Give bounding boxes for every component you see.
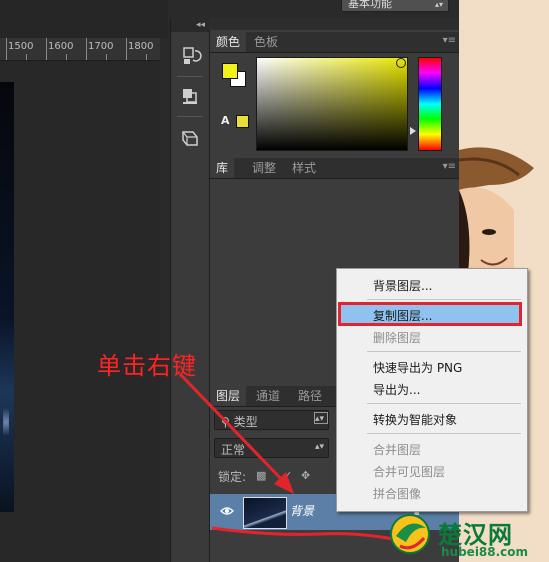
chevron-updown-icon: ▴▾ xyxy=(434,0,443,9)
watermark-url: hubei88.com xyxy=(441,545,529,559)
tab-adjustments[interactable]: 调整 xyxy=(246,158,282,178)
menu-separator xyxy=(367,299,521,300)
collapse-icon[interactable]: ◂◂ xyxy=(171,18,209,32)
color-panel-tabs: 颜色 色板 ▾≡ xyxy=(210,32,460,53)
workspace-select[interactable]: 基本功能 ▴▾ xyxy=(341,0,449,12)
ruler-tick xyxy=(106,54,107,60)
ruler-tick xyxy=(66,54,67,60)
menu-item-quick-export-png[interactable]: 快速导出为 PNG xyxy=(373,359,462,376)
watermark-logo xyxy=(390,514,430,554)
color-picker-field[interactable] xyxy=(256,57,408,151)
gamut-warning-icon: A xyxy=(221,114,230,127)
horizontal-ruler: 1500 1600 1700 1800 xyxy=(0,38,160,61)
menu-item-export-as[interactable]: 导出为... xyxy=(373,381,420,398)
tab-color[interactable]: 颜色 xyxy=(210,32,247,52)
tab-libraries[interactable]: 库 xyxy=(210,158,235,178)
layer-name[interactable]: 背景 xyxy=(290,502,314,519)
libraries-icon[interactable] xyxy=(176,124,204,152)
menu-item-merge-visible[interactable]: 合并可见图层 xyxy=(373,463,445,480)
ruler-label: 1800 xyxy=(128,41,154,52)
ruler-tick xyxy=(26,54,27,60)
menu-item-background-layer[interactable]: 背景图层... xyxy=(373,277,432,294)
hue-slider[interactable] xyxy=(418,57,442,151)
strip-divider xyxy=(177,116,203,117)
menu-separator xyxy=(367,351,521,352)
tab-swatches[interactable]: 色板 xyxy=(248,32,284,52)
properties-icon[interactable] xyxy=(176,82,204,110)
ruler-tick xyxy=(126,38,127,60)
workspace-select-value: 基本功能 xyxy=(348,0,392,10)
menu-separator xyxy=(367,433,521,434)
panel-menu-icon[interactable]: ▾≡ xyxy=(443,161,456,172)
ruler-label: 1700 xyxy=(88,41,114,52)
menu-item-merge-layers[interactable]: 合并图层 xyxy=(373,441,421,458)
color-picker-marker[interactable] xyxy=(396,58,406,68)
annotation-highlight-box xyxy=(338,302,522,326)
history-icon[interactable] xyxy=(176,42,204,70)
tab-styles[interactable]: 样式 xyxy=(286,158,322,178)
document-canvas[interactable] xyxy=(0,61,160,562)
library-panel-tabs: 库 调整 样式 ▾≡ xyxy=(210,158,460,179)
strip-divider xyxy=(177,76,203,77)
document-area-top xyxy=(0,0,168,38)
ruler-tick xyxy=(146,54,147,60)
ruler-label: 1500 xyxy=(8,41,34,52)
hue-slider-pointer[interactable] xyxy=(410,127,416,135)
panel-menu-icon[interactable]: ▾≡ xyxy=(443,35,456,46)
annotation-arrow xyxy=(178,372,294,494)
gamut-warning-swatch[interactable] xyxy=(236,115,249,128)
panel-dock-header xyxy=(209,18,459,30)
menu-item-convert-smart-object[interactable]: 转换为智能对象 xyxy=(373,411,457,428)
ruler-tick xyxy=(6,38,7,60)
eye-icon[interactable] xyxy=(220,504,234,518)
ruler-tick xyxy=(46,38,47,60)
foreground-color-swatch[interactable] xyxy=(222,63,238,79)
annotation-underline xyxy=(211,526,399,542)
canvas-image xyxy=(0,82,14,512)
menu-separator xyxy=(367,403,521,404)
ruler-tick xyxy=(86,38,87,60)
ruler-label: 1600 xyxy=(48,41,74,52)
menu-item-flatten-image[interactable]: 拼合图像 xyxy=(373,485,421,502)
menu-item-delete-layer[interactable]: 删除图层 xyxy=(373,329,421,346)
